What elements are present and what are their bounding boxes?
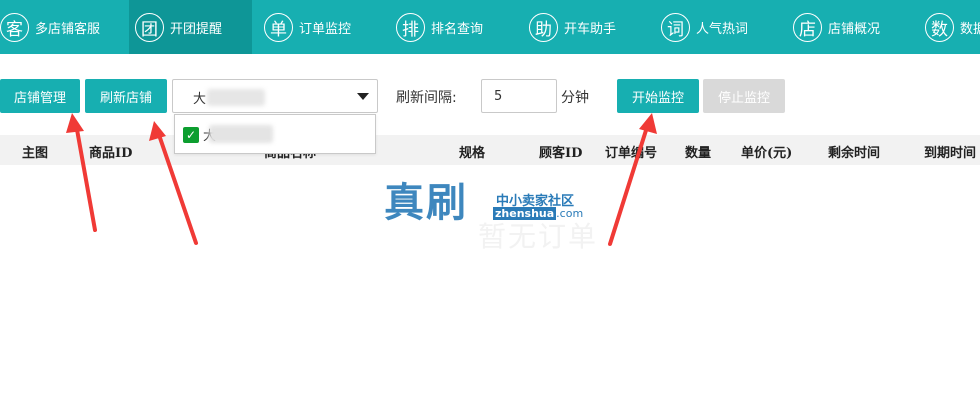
arrow-to-refresh-shop-icon — [149, 121, 198, 245]
arrow-to-start-monitor-icon — [608, 113, 657, 246]
arrow-to-shop-manage-icon — [66, 113, 97, 232]
annotation-arrows — [66, 113, 657, 246]
